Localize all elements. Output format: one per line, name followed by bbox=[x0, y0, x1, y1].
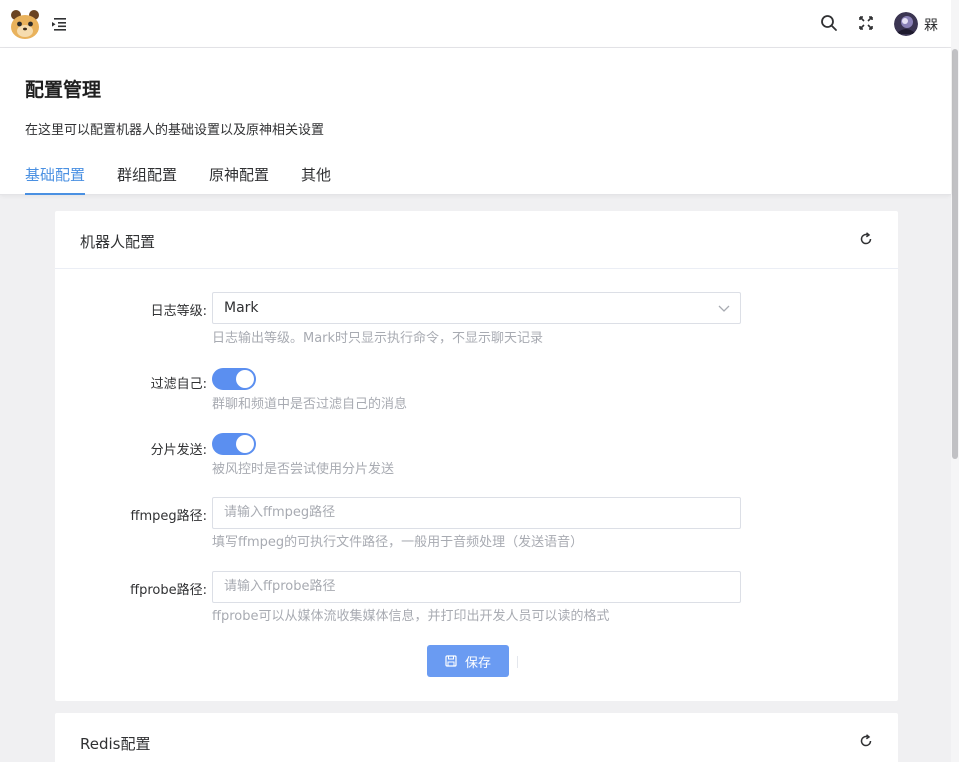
avatar[interactable] bbox=[894, 12, 918, 36]
ffprobe-label: ffprobe路径: bbox=[130, 583, 207, 598]
switch-knob bbox=[236, 435, 254, 453]
refresh-icon[interactable] bbox=[859, 734, 873, 748]
split-send-hint: 被风控时是否尝试使用分片发送 bbox=[212, 462, 395, 477]
filter-self-label: 过滤自己: bbox=[150, 377, 207, 392]
bot-config-card: 机器人配置 日志等级: Mark 日志输出等级。Mark时只显示执行命令，不显示… bbox=[55, 211, 898, 701]
page-description: 在这里可以配置机器人的基础设置以及原神相关设置 bbox=[25, 123, 325, 138]
save-button[interactable]: 保存 bbox=[427, 645, 509, 677]
chevron-down-icon bbox=[718, 305, 730, 312]
log-level-value: Mark bbox=[224, 300, 259, 316]
save-icon bbox=[445, 655, 457, 667]
filter-self-hint: 群聊和频道中是否过滤自己的消息 bbox=[212, 397, 408, 412]
search-icon[interactable] bbox=[820, 14, 838, 32]
page-title: 配置管理 bbox=[25, 79, 102, 101]
bear-logo-icon[interactable] bbox=[10, 8, 40, 40]
page-header: 配置管理 在这里可以配置机器人的基础设置以及原神相关设置 基础配置 群组配置 原… bbox=[0, 48, 951, 195]
divider bbox=[517, 656, 518, 668]
redis-config-title: Redis配置 bbox=[80, 735, 151, 753]
tab-group-config[interactable]: 群组配置 bbox=[117, 164, 177, 195]
redis-config-card: Redis配置 bbox=[55, 713, 898, 762]
tab-genshin-config[interactable]: 原神配置 bbox=[209, 164, 269, 195]
ffmpeg-label: ffmpeg路径: bbox=[130, 509, 207, 524]
tab-basic-config[interactable]: 基础配置 bbox=[25, 164, 86, 195]
bot-config-title: 机器人配置 bbox=[80, 233, 156, 251]
redis-config-header: Redis配置 bbox=[55, 713, 898, 762]
log-level-hint: 日志输出等级。Mark时只显示执行命令，不显示聊天记录 bbox=[212, 331, 544, 346]
fullscreen-icon[interactable] bbox=[857, 14, 875, 32]
filter-self-switch[interactable] bbox=[212, 368, 256, 390]
tab-other[interactable]: 其他 bbox=[301, 164, 331, 195]
save-button-label: 保存 bbox=[464, 655, 491, 671]
split-send-switch[interactable] bbox=[212, 433, 256, 455]
split-send-label: 分片发送: bbox=[150, 443, 207, 458]
ffmpeg-path-input[interactable]: 请输入ffmpeg路径 bbox=[212, 497, 741, 529]
menu-fold-icon[interactable] bbox=[50, 15, 68, 33]
log-level-label: 日志等级: bbox=[150, 304, 207, 319]
ffprobe-hint: ffprobe可以从媒体流收集媒体信息，并打印出开发人员可以读的格式 bbox=[212, 609, 610, 624]
bot-config-header: 机器人配置 bbox=[55, 211, 898, 269]
username[interactable]: 槑 bbox=[924, 15, 938, 35]
ffmpeg-hint: 填写ffmpeg的可执行文件路径，一般用于音频处理（发送语音） bbox=[212, 535, 584, 550]
scrollbar-thumb[interactable] bbox=[952, 49, 958, 459]
ffprobe-path-input[interactable]: 请输入ffprobe路径 bbox=[212, 571, 741, 603]
switch-knob bbox=[236, 370, 254, 388]
log-level-select[interactable]: Mark bbox=[212, 292, 741, 324]
scrollbar[interactable] bbox=[951, 0, 959, 762]
config-tabs: 基础配置 群组配置 原神配置 其他 bbox=[25, 164, 363, 195]
top-bar: 槑 bbox=[0, 0, 951, 48]
refresh-icon[interactable] bbox=[859, 232, 873, 246]
